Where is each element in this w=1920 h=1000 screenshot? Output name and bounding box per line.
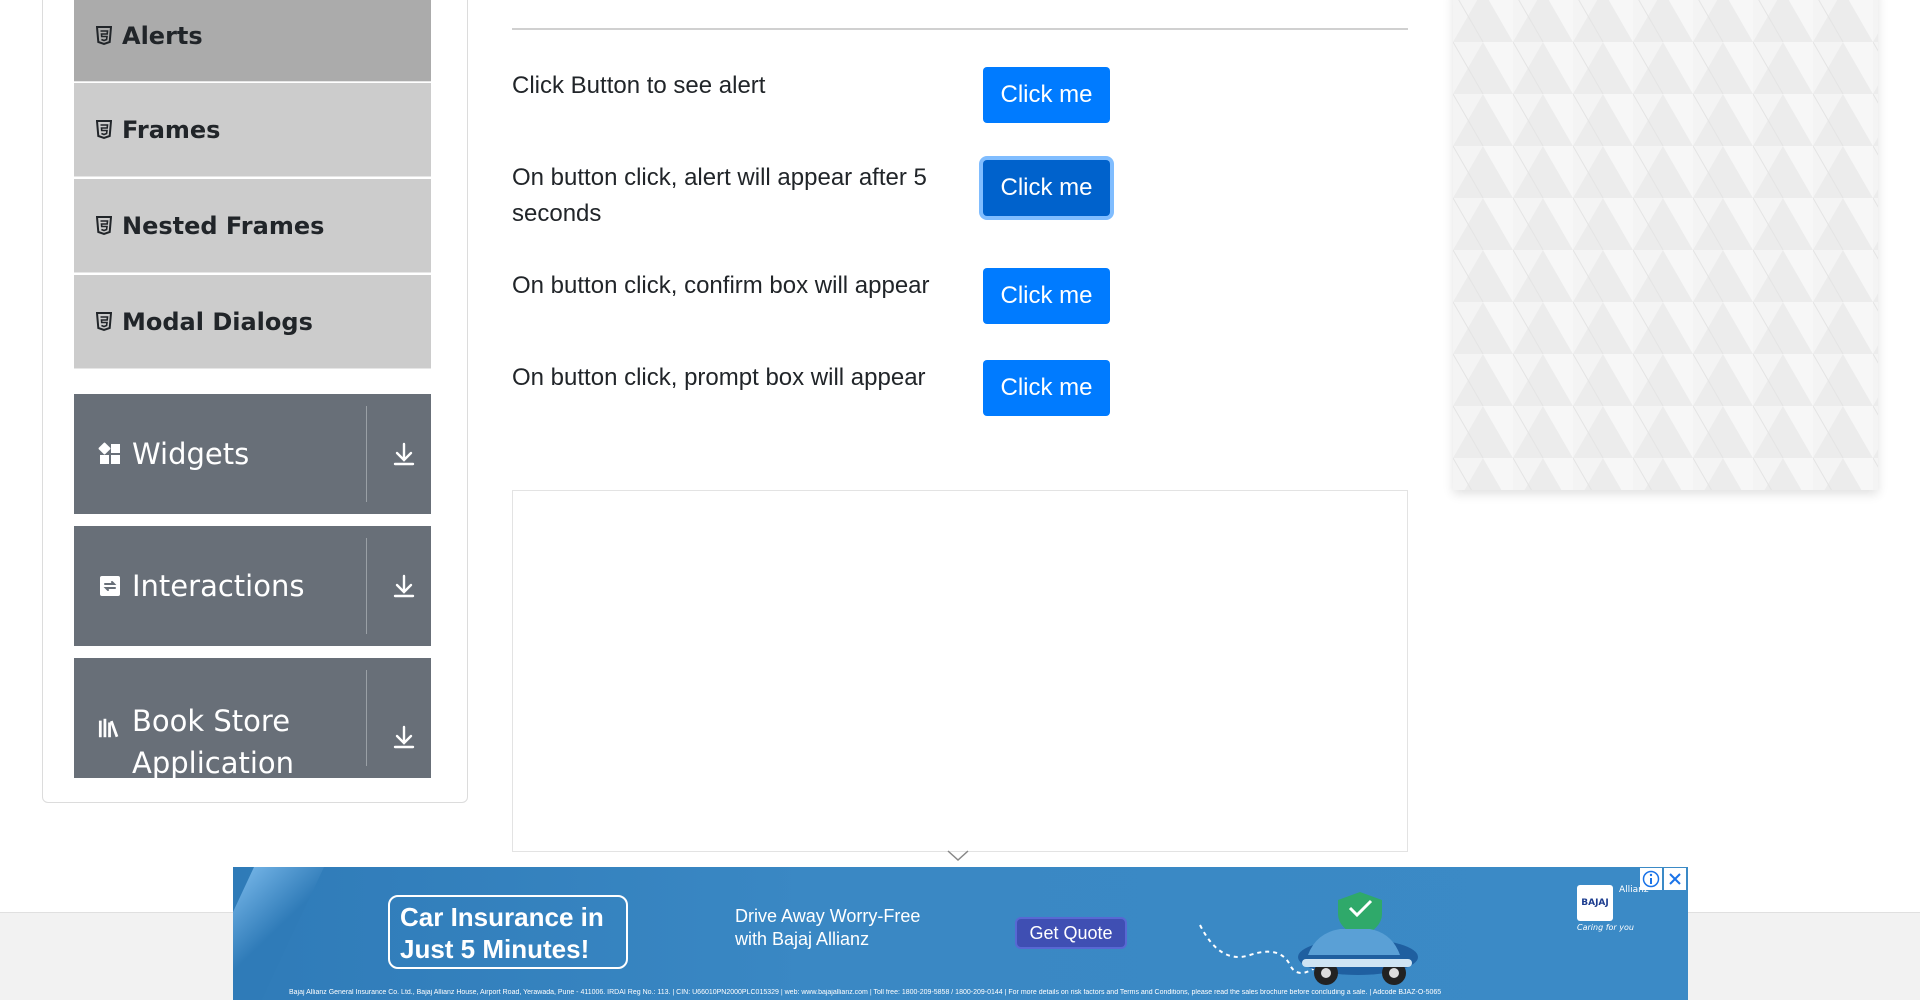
prompt-button[interactable]: Click me (983, 360, 1110, 416)
html5-icon (96, 311, 112, 332)
sidebar-group-label: Interactions (132, 569, 305, 603)
books-icon (98, 716, 122, 740)
sidebar-item-modal-dialogs[interactable]: Modal Dialogs (74, 275, 431, 369)
html5-icon (96, 215, 112, 236)
download-arrow-icon[interactable] (389, 439, 419, 469)
confirm-description: On button click, confirm box will appear (512, 272, 930, 299)
banner-ad[interactable]: Car Insurance in Just 5 Minutes! Drive A… (233, 867, 1688, 1000)
page: Alerts Frames Nested Frames Modal Dialog… (0, 0, 1920, 1000)
sidebar-item-label: Alerts (122, 21, 203, 50)
banner-tagline: Drive Away Worry-Free with Bajaj Allianz (735, 906, 921, 949)
alert-button[interactable]: Click me (983, 67, 1110, 123)
banner-stripe (233, 867, 325, 1000)
bajaj-allianz-logo: BAJAJ Allianz Caring for you (1577, 885, 1677, 945)
ad-frame (512, 490, 1408, 852)
ad-close-icon[interactable] (1664, 868, 1686, 890)
sidebar-group-label: Widgets (132, 437, 250, 471)
sidebar-item-nested-frames[interactable]: Nested Frames (74, 179, 431, 273)
sidebar-group-widgets[interactable]: Widgets (74, 394, 431, 514)
download-arrow-icon[interactable] (389, 722, 419, 752)
sidebar-group-interactions[interactable]: Interactions (74, 526, 431, 646)
group-divider (366, 670, 367, 766)
sidebar-group-book-store[interactable]: Book Store Application (74, 658, 431, 778)
confirm-button[interactable]: Click me (983, 268, 1110, 324)
timer-alert-description: On button click, alert will appear after… (512, 164, 927, 227)
swap-icon (98, 574, 122, 598)
get-quote-button[interactable]: Get Quote (1015, 917, 1127, 949)
alert-description: Click Button to see alert (512, 72, 766, 99)
download-arrow-icon[interactable] (389, 571, 419, 601)
sidebar-item-label: Frames (122, 115, 221, 144)
group-divider (366, 538, 367, 634)
html5-icon (96, 25, 112, 46)
grid-icon (98, 442, 122, 466)
chevron-down-icon[interactable] (946, 848, 970, 862)
html5-icon (96, 119, 112, 140)
car-illustration (1199, 892, 1418, 985)
sidebar-item-label: Nested Frames (122, 211, 325, 240)
brand-mark: BAJAJ (1577, 885, 1613, 921)
sidebar-item-alerts[interactable]: Alerts (74, 0, 431, 82)
group-divider (366, 406, 367, 502)
side-ad-panel (1453, 0, 1878, 490)
banner-headline: Car Insurance in Just 5 Minutes! (388, 895, 628, 969)
brand-slogan: Caring for you (1577, 923, 1634, 932)
ad-controls (1640, 868, 1686, 890)
sidebar-group-label: Book Store Application (132, 704, 295, 778)
timer-alert-button[interactable]: Click me (983, 160, 1110, 216)
ad-info-icon[interactable] (1640, 868, 1662, 890)
section-divider (512, 28, 1408, 30)
prompt-description: On button click, prompt box will appear (512, 364, 926, 391)
sidebar-item-frames[interactable]: Frames (74, 83, 431, 177)
banner-fineprint: Bajaj Allianz General Insurance Co. Ltd.… (289, 989, 1442, 996)
sidebar-item-label: Modal Dialogs (122, 307, 313, 336)
